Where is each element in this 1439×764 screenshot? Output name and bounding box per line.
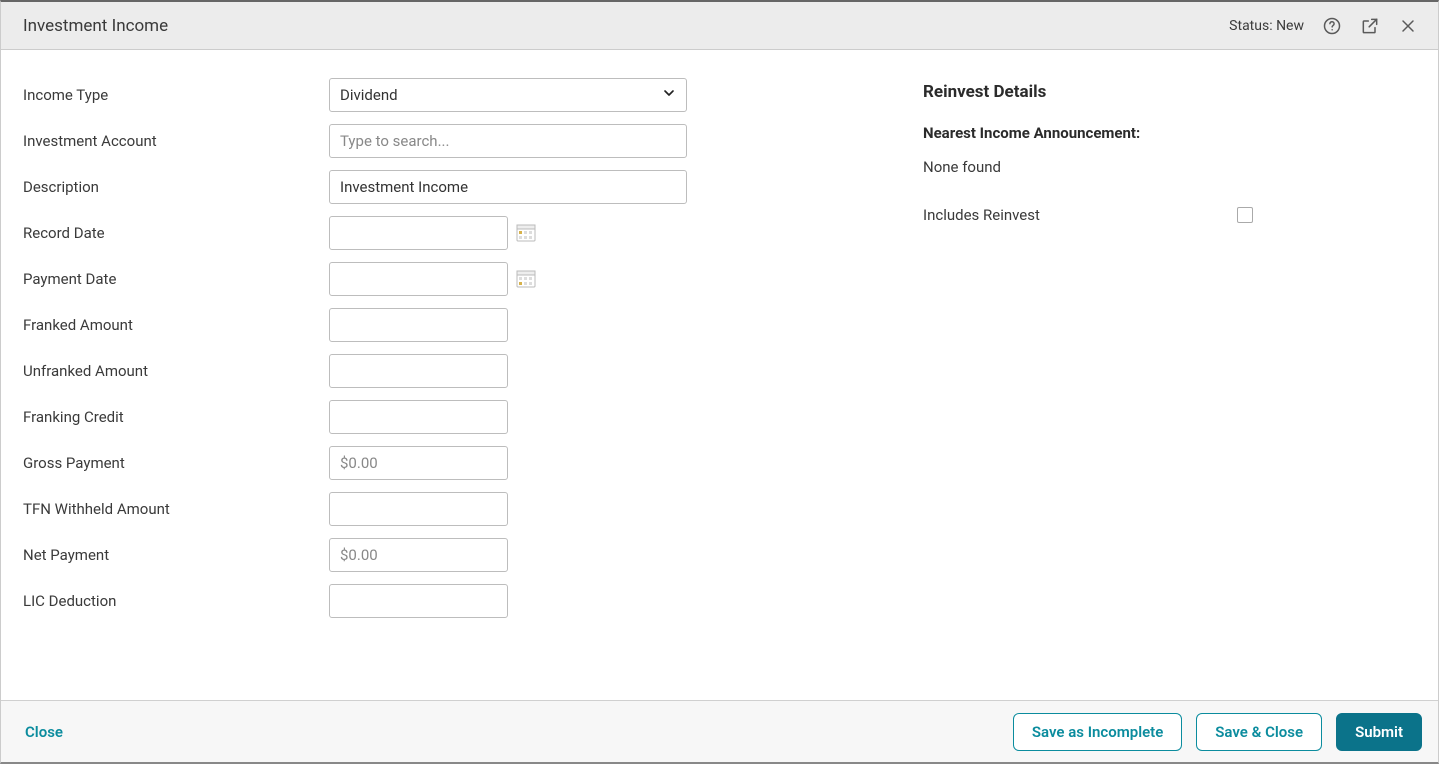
announcement-value: None found (923, 158, 1383, 176)
announcement-label: Nearest Income Announcement: (923, 124, 1383, 142)
franking-credit-label: Franking Credit (23, 408, 329, 426)
gross-payment-input[interactable] (329, 446, 508, 480)
tfn-withheld-input[interactable] (329, 492, 508, 526)
net-payment-label: Net Payment (23, 546, 329, 564)
gross-payment-label: Gross Payment (23, 454, 329, 472)
dialog-footer: Close Save as Incomplete Save & Close Su… (1, 700, 1438, 762)
payment-date-label: Payment Date (23, 270, 329, 288)
dialog-title: Investment Income (23, 16, 1229, 36)
includes-reinvest-label: Includes Reinvest (923, 206, 1040, 224)
lic-deduction-input[interactable] (329, 584, 508, 618)
tfn-withheld-label: TFN Withheld Amount (23, 500, 329, 518)
unfranked-amount-label: Unfranked Amount (23, 362, 329, 380)
save-incomplete-button[interactable]: Save as Incomplete (1013, 713, 1182, 751)
help-icon[interactable] (1322, 16, 1342, 36)
status-label: Status: New (1229, 18, 1304, 34)
record-date-label: Record Date (23, 224, 329, 242)
close-icon[interactable] (1398, 16, 1418, 36)
calendar-icon[interactable] (516, 223, 536, 243)
reinvest-panel: Reinvest Details Nearest Income Announce… (923, 78, 1383, 680)
lic-deduction-label: LIC Deduction (23, 592, 329, 610)
submit-button[interactable]: Submit (1336, 713, 1422, 751)
record-date-input[interactable] (329, 216, 508, 250)
close-button[interactable]: Close (25, 723, 63, 741)
franking-credit-input[interactable] (329, 400, 508, 434)
dialog-content: Income Type Investment Account Descripti… (1, 50, 1438, 700)
popout-icon[interactable] (1360, 16, 1380, 36)
form-column: Income Type Investment Account Descripti… (23, 78, 923, 680)
payment-date-input[interactable] (329, 262, 508, 296)
franked-amount-input[interactable] (329, 308, 508, 342)
income-type-select[interactable] (329, 78, 687, 112)
investment-account-label: Investment Account (23, 132, 329, 150)
includes-reinvest-checkbox[interactable] (1237, 207, 1253, 223)
dialog-header: Investment Income Status: New (1, 2, 1438, 50)
header-icons (1322, 16, 1418, 36)
investment-account-input[interactable] (329, 124, 687, 158)
income-type-label: Income Type (23, 86, 329, 104)
description-input[interactable] (329, 170, 687, 204)
franked-amount-label: Franked Amount (23, 316, 329, 334)
net-payment-input[interactable] (329, 538, 508, 572)
description-label: Description (23, 178, 329, 196)
unfranked-amount-input[interactable] (329, 354, 508, 388)
reinvest-title: Reinvest Details (923, 82, 1383, 102)
calendar-icon[interactable] (516, 269, 536, 289)
save-close-button[interactable]: Save & Close (1196, 713, 1322, 751)
